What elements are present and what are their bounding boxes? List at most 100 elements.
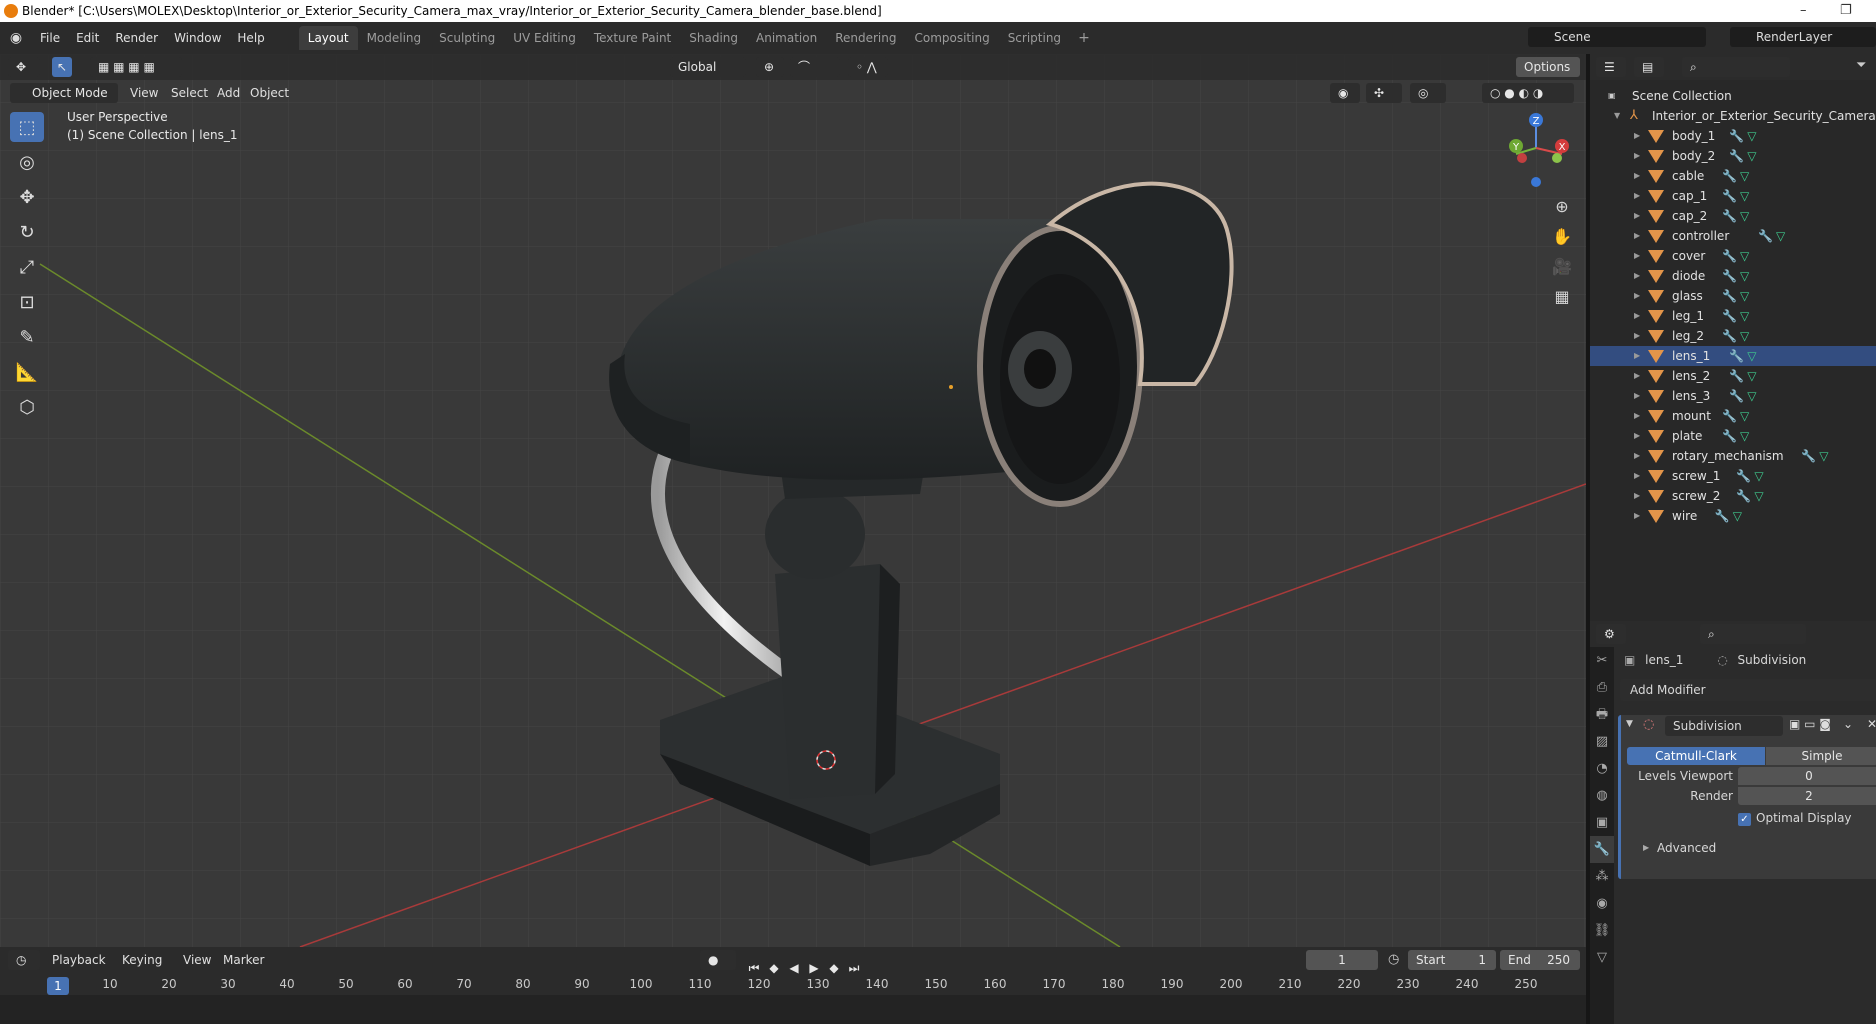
physics-tab-icon[interactable]: ◉ — [1590, 890, 1614, 917]
outliner-item-glass[interactable]: ▶ glass 🔧 ▽ — [1590, 286, 1876, 306]
transform-tool-icon[interactable]: ⊡ — [10, 287, 44, 317]
snap-icon[interactable]: ⌒ — [790, 57, 840, 77]
expand-chevron-icon[interactable]: ▶ — [1634, 126, 1640, 146]
object-mode-dropdown[interactable]: Object Mode — [10, 83, 118, 103]
mesh-data-icon[interactable]: ▽ — [1740, 206, 1749, 226]
menu-playback[interactable]: Playback — [52, 950, 106, 970]
advanced-subpanel-label[interactable]: Advanced — [1657, 841, 1716, 855]
mesh-data-icon[interactable]: ▽ — [1776, 226, 1785, 246]
properties-editor-icon[interactable]: ⚙ — [1596, 624, 1626, 644]
mesh-data-icon[interactable]: ▽ — [1747, 126, 1756, 146]
outliner-item-diode[interactable]: ▶ diode 🔧 ▽ — [1590, 266, 1876, 286]
tab-sculpting[interactable]: Sculpting — [430, 26, 504, 50]
tab-modeling[interactable]: Modeling — [358, 26, 431, 50]
add-modifier-dropdown[interactable]: Add Modifier — [1620, 679, 1876, 701]
editor-type-icon[interactable]: ✥ — [8, 57, 40, 77]
collapse-chevron-icon[interactable]: ▼ — [1626, 719, 1633, 729]
modifier-icon[interactable]: 🔧 — [1722, 186, 1737, 206]
menu-file[interactable]: File — [32, 27, 68, 49]
modifier-icon[interactable]: 🔧 — [1722, 326, 1737, 346]
outliner-item-body-2[interactable]: ▶ body_2 🔧 ▽ — [1590, 146, 1876, 166]
select-box-tool-icon[interactable]: ⬚ — [10, 112, 44, 142]
expand-chevron-icon[interactable]: ▶ — [1634, 366, 1640, 386]
filter-icon[interactable]: ⏷ — [1856, 58, 1866, 73]
options-dropdown[interactable]: Options — [1516, 57, 1580, 77]
expand-chevron-icon[interactable]: ▶ — [1634, 446, 1640, 466]
proportional-edit-icon[interactable]: ◦ ⋀ — [848, 57, 888, 77]
jump-end-icon[interactable]: ⏭ — [846, 960, 862, 976]
modifier-icon[interactable]: 🔧 — [1722, 166, 1737, 186]
modifier-icon[interactable]: 🔧 — [1722, 286, 1737, 306]
pan-hand-icon[interactable]: ✋ — [1548, 224, 1576, 250]
scene-tab-icon[interactable]: ◔ — [1590, 755, 1614, 782]
mesh-data-icon[interactable]: ▽ — [1747, 146, 1756, 166]
3d-viewport[interactable]: Z X Y ✥ ↖ ▦ ▦ ▦ ▦ Global ⊕ ⌒ ◦ ⋀ Options… — [0, 54, 1586, 947]
zoom-icon[interactable]: ⊕ — [1548, 194, 1576, 220]
overlays-icon[interactable]: ◎ — [1410, 83, 1446, 103]
blender-menu-icon[interactable]: ◉ — [6, 28, 26, 48]
rotate-tool-icon[interactable]: ↻ — [10, 217, 44, 247]
expand-chevron-icon[interactable]: ▶ — [1634, 406, 1640, 426]
tab-animation[interactable]: Animation — [747, 26, 826, 50]
outliner-search-input[interactable]: ⌕ — [1682, 57, 1790, 77]
menu-help[interactable]: Help — [229, 27, 272, 49]
outliner-item-controller[interactable]: ▶ controller 🔧 ▽ — [1590, 226, 1876, 246]
tab-layout[interactable]: Layout — [298, 26, 358, 50]
menu-view-timeline[interactable]: View — [183, 950, 211, 970]
mesh-data-icon[interactable]: ▽ — [1747, 366, 1756, 386]
annotate-tool-icon[interactable]: ✎ — [10, 322, 44, 352]
modifier-icon[interactable]: 🔧 — [1801, 446, 1816, 466]
outliner-item-cable[interactable]: ▶ cable 🔧 ▽ — [1590, 166, 1876, 186]
mesh-data-icon[interactable]: ▽ — [1740, 306, 1749, 326]
ortho-grid-icon[interactable]: ▦ — [1548, 284, 1576, 310]
expand-chevron-icon[interactable]: ▶ — [1634, 386, 1640, 406]
tab-compositing[interactable]: Compositing — [905, 26, 998, 50]
select-tool-icon[interactable]: ↖ — [52, 57, 72, 77]
mesh-data-icon[interactable]: ▽ — [1747, 346, 1756, 366]
menu-marker[interactable]: Marker — [223, 950, 264, 970]
selection-mode-icons[interactable]: ▦ ▦ ▦ ▦ — [90, 57, 182, 77]
modifier-icon[interactable]: 🔧 — [1715, 506, 1730, 526]
catmull-clark-button[interactable]: Catmull-Clark — [1627, 747, 1765, 765]
outliner-item-screw-2[interactable]: ▶ screw_2 🔧 ▽ — [1590, 486, 1876, 506]
camera-view-icon[interactable]: 🎥 — [1548, 254, 1576, 280]
expand-chevron-icon[interactable]: ▶ — [1634, 326, 1640, 346]
frame-cursor[interactable]: 1 — [47, 977, 69, 995]
world-tab-icon[interactable]: ◍ — [1590, 782, 1614, 809]
prev-keyframe-icon[interactable]: ◆ — [766, 960, 782, 976]
mesh-data-icon[interactable]: ▽ — [1740, 166, 1749, 186]
mesh-data-icon[interactable]: ▽ — [1819, 446, 1828, 466]
modifier-icon[interactable]: 🔧 — [1722, 206, 1737, 226]
area-divider[interactable] — [1586, 54, 1590, 1024]
object-tab-icon[interactable]: ▣ — [1590, 809, 1614, 836]
properties-search-input[interactable]: ⌕ — [1700, 624, 1806, 644]
outliner-item-screw-1[interactable]: ▶ screw_1 🔧 ▽ — [1590, 466, 1876, 486]
optimal-display-checkbox[interactable]: ✓ — [1738, 813, 1751, 826]
modifier-name-field[interactable]: Subdivision — [1665, 716, 1783, 736]
levels-viewport-field[interactable]: 0 — [1738, 767, 1876, 785]
outliner-item-body-1[interactable]: ▶ body_1 🔧 ▽ — [1590, 126, 1876, 146]
current-frame-field[interactable]: 1 — [1306, 950, 1378, 970]
outliner-item-mount[interactable]: ▶ mount 🔧 ▽ — [1590, 406, 1876, 426]
modifier-icon[interactable]: 🔧 — [1729, 366, 1744, 386]
menu-object[interactable]: Object — [250, 83, 289, 103]
maximize-button[interactable]: ❐ — [1840, 0, 1852, 22]
move-tool-icon[interactable]: ✥ — [10, 182, 44, 212]
render-levels-field[interactable]: 2 — [1738, 787, 1876, 805]
tab-rendering[interactable]: Rendering — [826, 26, 905, 50]
tool-tab-icon[interactable]: ✂ — [1590, 647, 1614, 674]
expand-chevron-icon[interactable]: ▶ — [1634, 346, 1640, 366]
data-tab-icon[interactable]: ▽ — [1590, 944, 1614, 971]
timeline-ruler[interactable]: 10 20 30 40 50 60 70 80 90 100 110 120 130 140 150 160 1… — [0, 977, 1586, 995]
expand-chevron-icon[interactable]: ▶ — [1634, 426, 1640, 446]
pivot-icon[interactable]: ⊕ — [756, 57, 784, 77]
expand-chevron-icon[interactable]: ▶ — [1634, 306, 1640, 326]
advanced-chevron-icon[interactable]: ▶ — [1643, 843, 1649, 852]
tab-uv-editing[interactable]: UV Editing — [504, 26, 585, 50]
outliner-item-plate[interactable]: ▶ plate 🔧 ▽ — [1590, 426, 1876, 446]
outliner-item-lens-2[interactable]: ▶ lens_2 🔧 ▽ — [1590, 366, 1876, 386]
gizmo-toggle-icon[interactable]: ✣ — [1366, 83, 1402, 103]
modifier-icon[interactable]: 🔧 — [1722, 426, 1737, 446]
mesh-data-icon[interactable]: ▽ — [1740, 426, 1749, 446]
add-cube-tool-icon[interactable]: ⬡ — [10, 392, 44, 422]
